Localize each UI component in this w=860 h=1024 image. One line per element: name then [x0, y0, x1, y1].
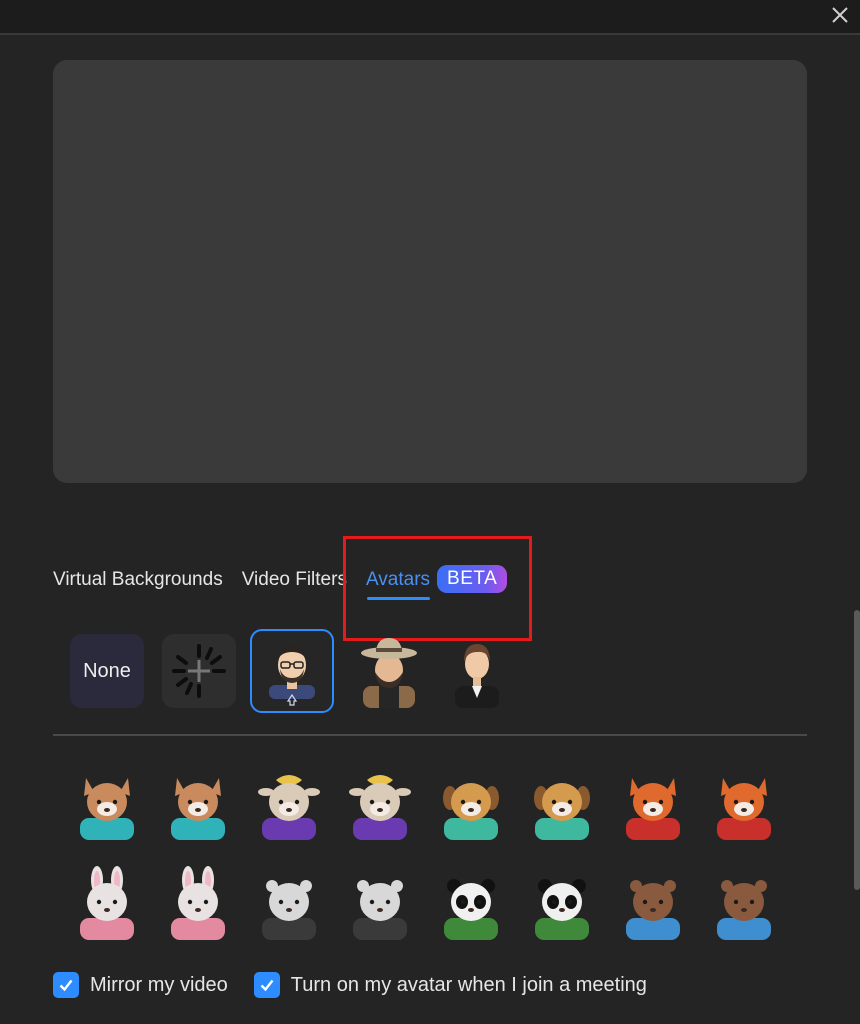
avatar-woman[interactable] — [438, 632, 516, 710]
avatar-none-option[interactable]: None — [70, 634, 144, 708]
avatar-add-option[interactable] — [162, 634, 236, 708]
title-bar — [0, 0, 860, 35]
animal-avatar-fox[interactable] — [707, 766, 781, 842]
cat-icon — [80, 778, 134, 840]
cow-icon — [349, 775, 411, 840]
loading-spinner-icon — [172, 644, 226, 698]
mirror-video-option[interactable]: Mirror my video — [53, 972, 228, 998]
close-icon[interactable] — [828, 3, 852, 27]
tab-virtual-backgrounds[interactable]: Virtual Backgrounds — [53, 569, 223, 597]
animal-avatar-grid — [70, 766, 800, 942]
animal-avatar-dog[interactable] — [525, 766, 599, 842]
avatar-man-with-hat[interactable] — [350, 632, 428, 710]
fox-icon — [626, 778, 680, 840]
woman-avatar-icon — [455, 644, 499, 708]
mirror-video-label: Mirror my video — [90, 973, 228, 996]
animal-avatar-fox[interactable] — [616, 766, 690, 842]
person-avatar-icon — [269, 645, 315, 706]
animal-avatar-cat[interactable] — [70, 766, 144, 842]
checkmark-icon — [260, 979, 274, 992]
animal-avatar-rabbit[interactable] — [161, 866, 235, 942]
animal-avatar-bear[interactable] — [252, 866, 326, 942]
animal-avatar-dog[interactable] — [434, 766, 508, 842]
panda-icon — [444, 879, 498, 940]
cow-icon — [258, 775, 320, 840]
animal-avatar-otter[interactable] — [707, 866, 781, 942]
otter-icon — [717, 880, 771, 940]
bear-icon — [262, 880, 316, 940]
animal-avatar-cow[interactable] — [252, 766, 326, 842]
animal-avatar-rabbit[interactable] — [70, 866, 144, 942]
rabbit-icon — [171, 866, 225, 940]
man-hat-avatar-icon — [361, 638, 417, 708]
bear-icon — [353, 880, 407, 940]
rabbit-icon — [80, 866, 134, 940]
tab-video-filters[interactable]: Video Filters — [242, 569, 347, 597]
avatar-on-join-option[interactable]: Turn on my avatar when I join a meeting — [253, 972, 647, 998]
animal-avatar-panda[interactable] — [434, 866, 508, 942]
animal-avatar-cow[interactable] — [343, 766, 417, 842]
cat-icon — [171, 778, 225, 840]
panda-icon — [535, 879, 589, 940]
dog-icon — [534, 783, 590, 840]
section-divider — [53, 734, 807, 736]
avatar-options: Mirror my video Turn on my avatar when I… — [53, 968, 673, 1002]
avatar-none-label: None — [83, 659, 131, 682]
annotation-highlight-box — [343, 536, 532, 641]
otter-icon — [626, 880, 680, 940]
scrollbar[interactable] — [854, 610, 860, 890]
video-preview — [53, 60, 807, 483]
avatar-on-join-label: Turn on my avatar when I join a meeting — [290, 973, 647, 996]
animal-avatar-panda[interactable] — [525, 866, 599, 942]
animal-avatar-cat[interactable] — [161, 766, 235, 842]
animal-avatar-otter[interactable] — [616, 866, 690, 942]
fox-icon — [717, 778, 771, 840]
mirror-video-checkbox[interactable] — [53, 972, 79, 998]
checkmark-icon — [59, 979, 73, 992]
avatar-custom-selected[interactable] — [250, 629, 334, 713]
avatar-on-join-checkbox[interactable] — [253, 972, 280, 998]
dog-icon — [443, 783, 499, 840]
animal-avatar-bear[interactable] — [343, 866, 417, 942]
